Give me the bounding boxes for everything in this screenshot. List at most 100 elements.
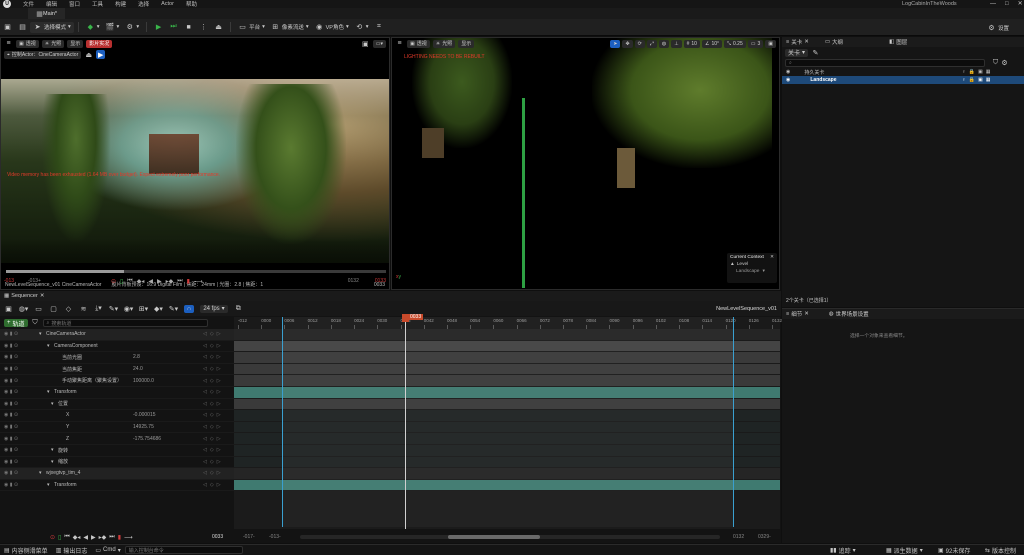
track-value[interactable]: 2.8 <box>133 354 140 360</box>
skip-to-end-icon[interactable]: ⏭ <box>109 534 114 541</box>
show-button[interactable]: 显示 <box>458 39 475 48</box>
play-icon[interactable]: ▶ <box>91 534 96 541</box>
timeline-scrollbar[interactable] <box>300 535 720 539</box>
playhead-marker-icon[interactable]: ▮ <box>187 278 190 285</box>
perspective-button[interactable]: ▣ 透视 <box>16 39 39 48</box>
track-value[interactable]: 24.0 <box>133 366 143 372</box>
expand-icon[interactable]: ▾ <box>51 447 54 453</box>
key-nav-icon[interactable]: ◁◇▷ <box>203 354 224 360</box>
camera-lock-icon[interactable]: ⧉ <box>234 304 243 313</box>
select-tool-icon[interactable]: ➤ <box>610 39 621 48</box>
key-nav-icon[interactable]: ◁◇▷ <box>203 343 224 349</box>
stop-icon[interactable]: ▯ <box>58 534 61 541</box>
cinematic-live-button[interactable]: 影片实况 <box>86 39 113 48</box>
hamburger-icon[interactable]: ≡ <box>395 39 404 48</box>
track-visibility-icon[interactable]: ◉ ▮ ⊙ <box>4 436 18 442</box>
translate-tool-icon[interactable]: ✥ <box>622 39 633 48</box>
pixel-streaming-button[interactable]: ⊞ 像素流送 ▾ <box>268 22 312 33</box>
play-options-button[interactable]: ⋮ <box>196 22 211 33</box>
key-nav-icon[interactable]: ◁◇▷ <box>203 459 224 465</box>
save-icon[interactable]: ▣ <box>4 304 13 313</box>
maximize-icon[interactable]: □ <box>1005 1 1009 7</box>
close-icon[interactable]: ✕ <box>770 255 774 260</box>
menu-actor[interactable]: Actor <box>161 1 174 7</box>
menu-help[interactable]: 帮助 <box>186 0 197 8</box>
track-row[interactable]: ◉ ▮ ⊙ Y 14925.75 ◁◇▷ <box>0 422 234 434</box>
play-icon[interactable]: ▶ <box>157 278 162 285</box>
cinematics-button[interactable]: 🎬 ▾ <box>103 22 123 33</box>
rotation-snap-button[interactable]: ∠ 10° <box>701 39 722 48</box>
key-nav-icon[interactable]: ◁◇▷ <box>203 378 224 384</box>
next-key-icon[interactable]: ▸◆ <box>166 278 174 285</box>
key-nav-icon[interactable]: ◁◇▷ <box>203 436 224 442</box>
track-row[interactable]: ◉ ▮ ⊙ ▾ Transform ◁◇▷ <box>0 387 234 399</box>
track-visibility-icon[interactable]: ◉ ▮ ⊙ <box>4 401 18 407</box>
vp-role-button[interactable]: ◉ VP角色 ▾ <box>312 22 352 33</box>
key-nav-icon[interactable]: ◁◇▷ <box>203 424 224 430</box>
fps-dropdown[interactable]: 24 fps ▾ <box>200 304 228 313</box>
track-value[interactable]: 100000.0 <box>133 378 154 384</box>
next-key-icon[interactable]: ▸◆ <box>99 534 107 541</box>
world-icon[interactable]: ◍▾ <box>19 304 29 313</box>
track-visibility-icon[interactable]: ◉ ▮ ⊙ <box>4 343 18 349</box>
lit-button[interactable]: ☀ 光照 <box>432 39 456 48</box>
camera-icon[interactable]: ▶ <box>96 50 106 59</box>
loop-icon[interactable]: ⟶ <box>124 534 133 541</box>
key-tools-icon[interactable]: ✎▾ <box>109 304 118 313</box>
menu-tools[interactable]: 工具 <box>92 0 103 8</box>
skip-to-start-icon[interactable]: ⏮ <box>64 534 69 541</box>
track-row[interactable]: ◉ ▮ ⊙ X -0.000015 ◁◇▷ <box>0 410 234 422</box>
key-nav-icon[interactable]: ◁◇▷ <box>203 482 224 488</box>
eye-icon[interactable]: ◉ <box>786 69 790 75</box>
scale-tool-icon[interactable]: ⤢ <box>646 39 657 48</box>
track-row[interactable]: ◉ ▮ ⊙ ▾ 旋转 ◁◇▷ <box>0 445 234 457</box>
key-options-icon[interactable]: ◆▾ <box>154 304 163 313</box>
export-icon[interactable]: ⤓▾ <box>94 304 103 313</box>
close-icon[interactable]: ✕ <box>804 39 809 45</box>
key-nav-icon[interactable]: ◁◇▷ <box>203 470 224 476</box>
snap-toggle-icon[interactable]: ∩ <box>184 304 195 313</box>
expand-icon[interactable]: ▾ <box>47 389 50 395</box>
menu-build[interactable]: 构建 <box>115 0 126 8</box>
track-visibility-icon[interactable]: ◉ ▮ ⊙ <box>4 459 18 465</box>
unreal-logo-icon[interactable]: U <box>3 0 11 8</box>
show-button[interactable]: 显示 <box>67 39 84 48</box>
close-icon[interactable]: ✕ <box>1018 0 1023 7</box>
derived-data-button[interactable]: ▦ 派生数据 ▾ <box>886 546 923 555</box>
track-row[interactable]: ◉ ▮ ⊙ ▾ CameraComponent ◁◇▷ <box>0 341 234 353</box>
tab-levels[interactable]: ≡ 关卡 ✕ <box>786 38 809 46</box>
edit-icon[interactable]: ✎ <box>811 48 820 57</box>
track-row[interactable]: ◉ ▮ ⊙ ▾ 缩放 ◁◇▷ <box>0 457 234 469</box>
tab-sequencer[interactable]: ▦ Sequencer ✕ <box>4 293 44 299</box>
persistent-level-row[interactable]: ◉ 持久关卡 ♀🔒▣▦ <box>782 68 1024 76</box>
prev-key-icon[interactable]: ◆◂ <box>137 278 145 285</box>
expand-icon[interactable]: ▾ <box>51 401 54 407</box>
close-icon[interactable]: ✕ <box>804 311 809 317</box>
track-row[interactable]: ◉ ▮ ⊙ ▾ CineCameraActor ◁◇▷ <box>0 329 234 341</box>
stop-icon[interactable]: ▯ <box>120 278 123 285</box>
prev-key-icon[interactable]: ◆◂ <box>73 534 81 541</box>
track-visibility-icon[interactable]: ◉ ▮ ⊙ <box>4 424 18 430</box>
track-visibility-icon[interactable]: ◉ ▮ ⊙ <box>4 482 18 488</box>
stop-button[interactable]: ■ <box>181 22 196 33</box>
context-landscape-dropdown[interactable]: Landscape ▾ <box>730 269 774 274</box>
filter-icon[interactable]: ⛉ <box>31 319 40 328</box>
maximize-viewport-icon[interactable]: ▣ <box>361 39 370 48</box>
settings-icon[interactable]: ⚙ <box>1000 59 1009 68</box>
cine-camera-viewport[interactable]: ≡ ▣ 透视 ☀ 光照 显示 影片实况 ▣ ▭▾ ⌖ 控制Actor：CineCam… <box>0 37 390 290</box>
mode-select-button[interactable]: ➤ 选择模式 ▾ <box>30 21 74 33</box>
track-value[interactable]: 14925.75 <box>133 424 154 430</box>
track-row[interactable]: ◉ ▮ ⊙ ▾ 位置 ◁◇▷ <box>0 399 234 411</box>
track-value[interactable]: -0.000015 <box>133 412 156 418</box>
tab-layers[interactable]: ◧ 图层 <box>889 38 907 46</box>
eye-icon[interactable]: ◉ <box>786 77 790 83</box>
menu-select[interactable]: 选择 <box>138 0 149 8</box>
surface-snap-icon[interactable]: ⊥ <box>671 39 682 48</box>
track-row[interactable]: ◉ ▮ ⊙ 手动聚焦距离（聚焦设置） 100000.0 ◁◇▷ <box>0 375 234 387</box>
level-viewport[interactable]: LIGHTING NEEDS TO BE REBUILT ≡ ▣ 透视 ☀ 光照 显… <box>391 37 780 290</box>
track-row[interactable]: ◉ ▮ ⊙ ▾ wjxegtvp_tim_4 ◁◇▷ <box>0 468 234 480</box>
key-nav-icon[interactable]: ◁◇▷ <box>203 331 224 337</box>
key-nav-icon[interactable]: ◁◇▷ <box>203 389 224 395</box>
expand-icon[interactable]: ▾ <box>47 343 50 349</box>
track-visibility-icon[interactable]: ◉ ▮ ⊙ <box>4 331 18 337</box>
